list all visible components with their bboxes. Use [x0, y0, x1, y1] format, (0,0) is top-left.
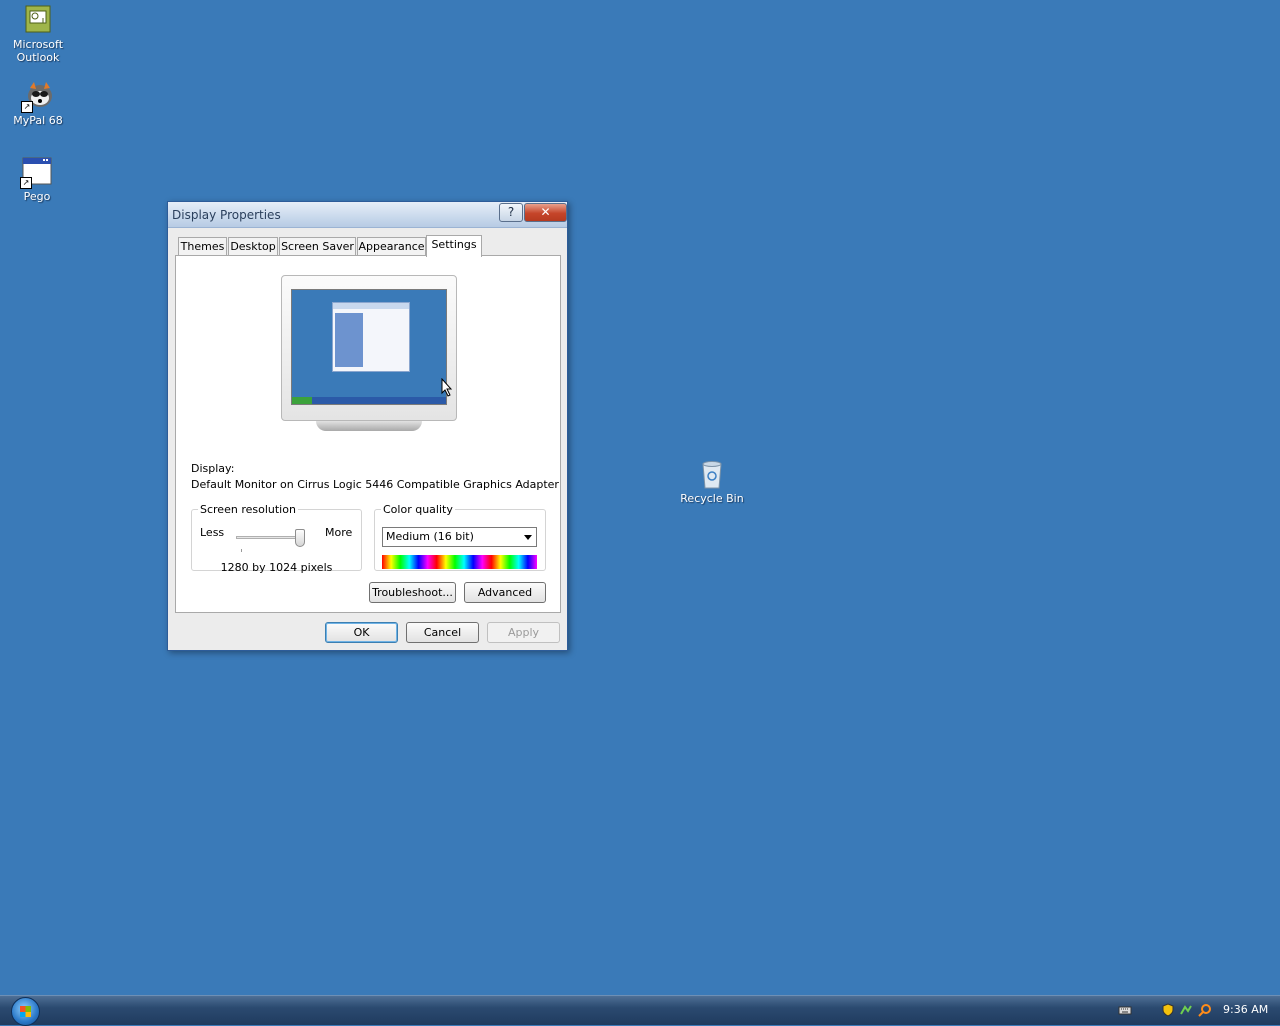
color-spectrum-bar: [382, 555, 537, 569]
color-quality-select[interactable]: Medium (16 bit): [382, 527, 537, 547]
windows-logo-lower: [20, 1012, 31, 1017]
button-label: Cancel: [423, 626, 462, 639]
tab-label: Desktop: [230, 240, 276, 253]
button-label: Apply: [507, 626, 540, 639]
title-bar[interactable]: Display Properties ? ✕: [168, 202, 567, 228]
button-label: OK: [353, 626, 370, 639]
color-quality-group: Color quality Medium (16 bit): [374, 503, 546, 571]
tab-screen-saver[interactable]: Screen Saver: [279, 237, 356, 255]
desktop-icon-label: Microsoft Outlook: [12, 38, 64, 64]
dialog-title: Display Properties: [172, 208, 281, 222]
window-app-icon: ↗: [20, 156, 53, 189]
settings-panel: Display: Default Monitor on Cirrus Logic…: [175, 255, 561, 613]
troubleshoot-button[interactable]: Troubleshoot...: [369, 582, 456, 603]
resolution-slider-thumb[interactable]: [295, 529, 305, 547]
button-label: Troubleshoot...: [372, 586, 453, 599]
display-properties-dialog: Display Properties ? ✕ Themes Desktop Sc…: [167, 201, 568, 651]
color-quality-value: Medium (16 bit): [386, 530, 474, 543]
tab-themes[interactable]: Themes: [178, 237, 227, 255]
screen-resolution-legend: Screen resolution: [200, 503, 296, 516]
search-icon[interactable]: [1198, 1003, 1212, 1017]
security-shield-icon[interactable]: [1161, 1003, 1175, 1017]
monitor-preview: [281, 275, 457, 421]
cancel-button[interactable]: Cancel: [406, 622, 479, 643]
help-button[interactable]: ?: [499, 203, 523, 222]
tab-label: Settings: [431, 238, 477, 251]
desktop-icon-outlook[interactable]: Microsoft Outlook: [0, 4, 76, 64]
keyboard-icon[interactable]: [1118, 1003, 1132, 1017]
tab-label: Themes: [180, 240, 225, 253]
tab-settings[interactable]: Settings: [426, 235, 482, 257]
tab-label: Screen Saver: [281, 240, 354, 253]
chevron-down-icon[interactable]: [524, 535, 532, 540]
mypal-browser-icon: ↗: [21, 80, 54, 113]
desktop-icon-pego[interactable]: ↗ Pego: [0, 156, 75, 203]
desktop-icon-label: Pego: [23, 190, 51, 203]
screen-resolution-group: Screen resolution Less More 1280 by 1024…: [191, 503, 362, 574]
slider-ticks: [241, 549, 304, 552]
taskbar: 9:36 AM: [0, 995, 1280, 1026]
preview-window: [332, 302, 410, 372]
less-label: Less: [200, 526, 225, 539]
mouse-cursor-icon: [441, 378, 453, 397]
desktop-icon-label: Recycle Bin: [680, 492, 744, 505]
system-clock[interactable]: 9:36 AM: [1223, 1003, 1268, 1016]
button-label: Advanced: [477, 586, 533, 599]
close-button[interactable]: ✕: [524, 203, 567, 222]
color-quality-legend: Color quality: [383, 503, 453, 516]
display-device: Default Monitor on Cirrus Logic 5446 Com…: [191, 478, 559, 491]
tab-desktop[interactable]: Desktop: [228, 237, 278, 255]
shortcut-arrow-icon: ↗: [20, 177, 32, 189]
recycle-bin-icon: [696, 458, 728, 490]
network-icon[interactable]: [1179, 1003, 1193, 1017]
preview-start-button: [292, 397, 312, 404]
shortcut-arrow-icon: ↗: [21, 101, 33, 113]
display-label: Display:: [191, 462, 235, 475]
apply-button: Apply: [487, 622, 560, 643]
resolution-slider-track[interactable]: [236, 536, 302, 539]
desktop-icon-recycle-bin[interactable]: Recycle Bin: [674, 458, 750, 505]
desktop-icon-label: MyPal 68: [13, 114, 63, 127]
advanced-button[interactable]: Advanced: [464, 582, 546, 603]
resolution-value: 1280 by 1024 pixels: [220, 561, 333, 574]
tab-appearance[interactable]: Appearance: [357, 237, 426, 255]
start-button[interactable]: [11, 997, 40, 1026]
outlook-icon: [22, 4, 54, 36]
desktop-icon-mypal[interactable]: ↗ MyPal 68: [0, 80, 76, 127]
close-icon: ✕: [540, 205, 551, 219]
monitor-screen: [291, 289, 447, 405]
ok-button[interactable]: OK: [325, 622, 398, 643]
help-icon: ?: [507, 205, 515, 219]
more-label: More: [325, 526, 353, 539]
preview-taskbar: [292, 397, 446, 404]
tab-label: Appearance: [358, 240, 425, 253]
monitor-stand: [316, 421, 422, 431]
